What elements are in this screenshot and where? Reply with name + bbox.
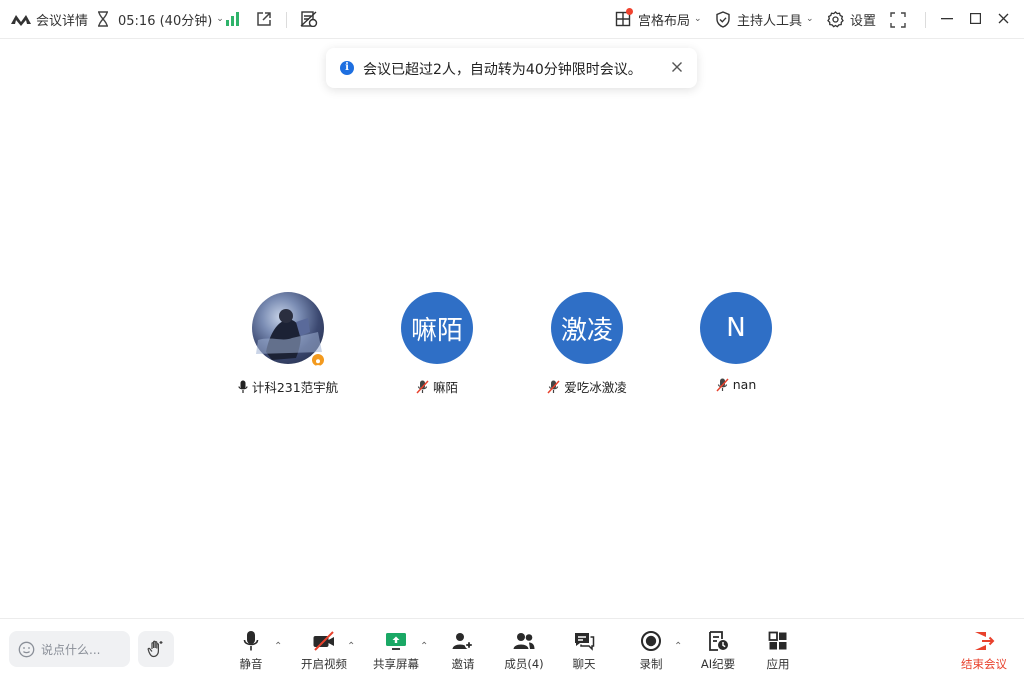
smile-icon [18,641,35,658]
end-meeting-button[interactable]: 结束会议 [954,629,1014,675]
settings-label: 设置 [850,13,877,29]
end-meeting-label: 结束会议 [961,657,1007,671]
participant-tile[interactable]: N nan [661,292,811,402]
divider [286,12,287,28]
participant-name-row: nan [661,377,811,392]
participant-tile[interactable]: 嘛陌 嘛陌 [362,292,512,402]
participant-name: 爱吃冰激凌 [564,380,627,395]
start-video-button[interactable]: 开启视频 [294,629,354,675]
meeting-timer[interactable]: 05:16 (40分钟) ⌄ [96,0,224,39]
close-icon[interactable] [998,13,1009,24]
chat-icon [572,629,596,653]
avatar: 嘛陌 [401,292,473,364]
exit-icon [972,629,996,653]
quick-chat-input[interactable]: 说点什么... [9,631,130,667]
chat-placeholder: 说点什么... [41,642,101,657]
participant-name: 嘛陌 [432,380,458,395]
avatar: 激凌 [551,292,623,364]
apps-grid-icon [766,629,790,653]
shield-check-icon [715,10,731,28]
record-icon [639,629,663,653]
participant-name: nan [732,377,757,392]
gear-icon [827,10,844,28]
minimize-icon[interactable] [941,18,953,20]
fullscreen-icon[interactable] [890,12,906,28]
microphone-icon [238,380,248,394]
microphone-muted-icon [547,379,560,394]
tencent-meeting-logo-icon [10,12,32,26]
members-icon [512,629,536,653]
avatar: N [700,292,772,364]
participant-tile[interactable]: 激凌 爱吃冰激凌 [512,292,662,402]
chat-label: 聊天 [572,657,596,671]
raise-hand-icon [146,639,166,659]
record-button[interactable]: 录制 [621,629,681,675]
chevron-up-icon[interactable]: ⌃ [347,641,357,652]
hourglass-icon [96,11,110,27]
mute-button[interactable]: 静音 [221,629,281,675]
external-window-icon[interactable] [256,11,272,27]
apps-button[interactable]: 应用 [748,629,808,675]
ai-minutes-label: AI纪要 [700,657,736,671]
grid-layout-button[interactable]: 宫格布局 ⌄ [615,0,702,39]
chevron-up-icon[interactable]: ⌃ [420,641,430,652]
raise-hand-button[interactable] [138,631,174,667]
host-tools-label: 主持人工具 [737,13,803,29]
invite-label: 邀请 [451,657,475,671]
video-off-icon [312,629,336,653]
document-edit-disabled-icon[interactable] [300,11,318,27]
record-label: 录制 [639,657,663,671]
share-screen-button[interactable]: 共享屏幕 [366,629,426,675]
close-notification-icon[interactable] [668,58,686,76]
participant-name-row: 嘛陌 [362,377,512,396]
notification-dot [626,8,633,15]
microphone-muted-icon [416,379,429,394]
participant-name-row: 计科231范宇航 [213,377,363,396]
microphone-muted-icon [716,377,729,392]
meeting-details-button[interactable]: 会议详情 [10,0,88,39]
share-screen-icon [384,629,408,653]
settings-button[interactable]: 设置 [827,0,876,39]
apps-label: 应用 [766,657,790,671]
chevron-up-icon[interactable]: ⌃ [674,641,684,652]
ai-minutes-button[interactable]: AI纪要 [688,629,748,675]
participant-tile[interactable]: 计科231范宇航 [213,292,363,402]
host-tools-button[interactable]: 主持人工具 ⌄ [715,0,814,39]
meeting-details-label: 会议详情 [36,13,89,29]
members-button[interactable]: 成员(4) [494,629,554,675]
divider [925,12,926,28]
signal-strength-icon[interactable] [225,12,241,26]
invite-button[interactable]: 邀请 [433,629,493,675]
chevron-down-icon: ⌄ [216,14,224,24]
bottom-toolbar: 说点什么... 静音 ⌃ 开启视频 ⌃ 共享屏幕 ⌃ 邀请 成员(4) 聊天 录… [0,618,1024,679]
share-screen-label: 共享屏幕 [373,657,419,671]
notification-message: 会议已超过2人，自动转为40分钟限时会议。 [363,62,642,78]
chevron-down-icon: ⌄ [806,14,814,24]
mute-label: 静音 [239,657,263,671]
ai-minutes-icon [706,629,730,653]
chevron-down-icon: ⌄ [694,14,702,24]
grid-layout-label: 宫格布局 [638,13,691,29]
info-icon: i [340,61,354,75]
start-video-label: 开启视频 [301,657,347,671]
chat-button[interactable]: 聊天 [554,629,614,675]
participant-name: 计科231范宇航 [251,380,339,395]
maximize-icon[interactable] [970,13,981,24]
time-limit-notification: i 会议已超过2人，自动转为40分钟限时会议。 [326,48,697,88]
host-badge-icon [310,352,326,368]
members-label: 成员(4) [504,657,544,671]
participant-name-row: 爱吃冰激凌 [512,377,662,396]
grid-layout-icon [615,8,633,27]
chevron-up-icon[interactable]: ⌃ [274,641,284,652]
top-bar: 会议详情 05:16 (40分钟) ⌄ 宫格布局 ⌄ 主持人工具 ⌄ 设置 [0,0,1024,39]
microphone-icon [239,629,263,653]
timer-label: 05:16 (40分钟) [118,13,213,29]
add-user-icon [451,629,475,653]
